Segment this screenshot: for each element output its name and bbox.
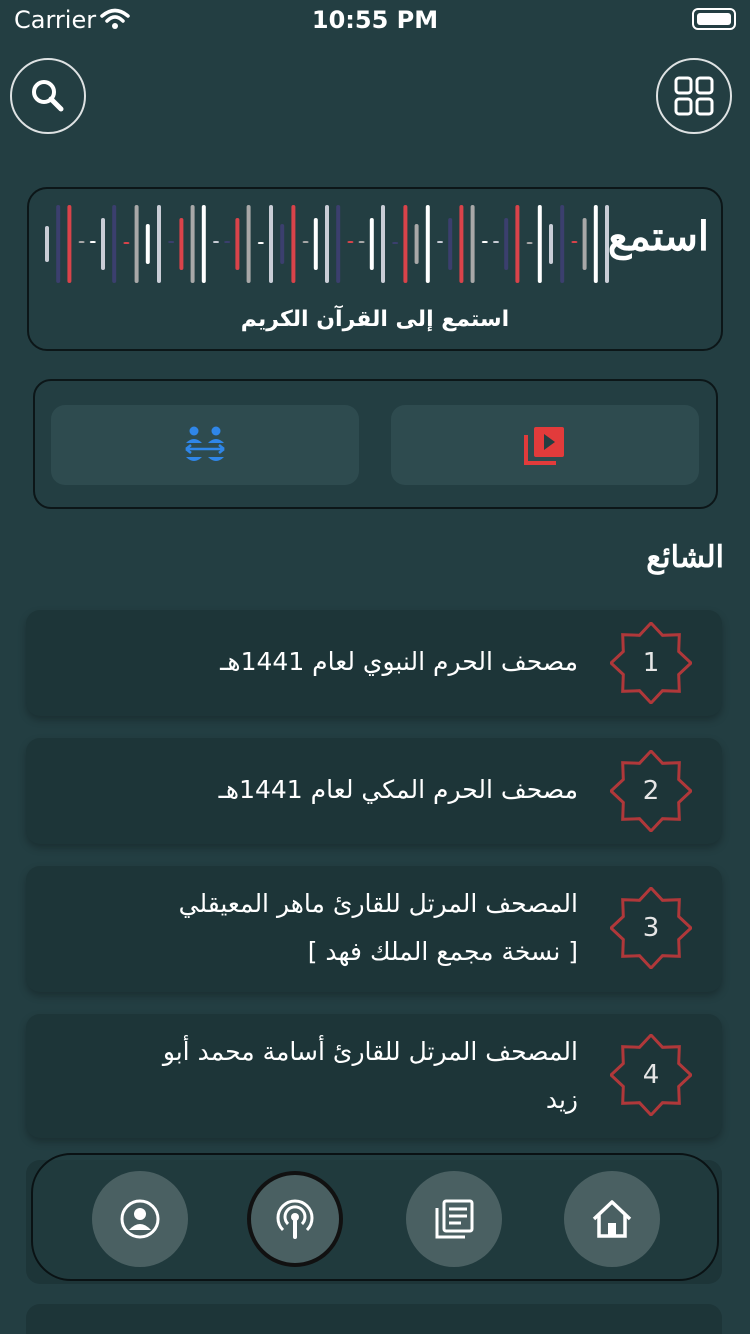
trending-item[interactable]: مصحف الحرم النبوي لعام 1441هـ 1: [26, 610, 722, 716]
waveform-bar: [493, 241, 499, 243]
trending-title: الشائع: [646, 540, 724, 575]
waveform-bar: [213, 241, 219, 243]
waveform-bar: [101, 218, 105, 270]
waveform-bar: [313, 218, 318, 270]
waveform-bar: [582, 218, 587, 270]
waveform-bar: [325, 205, 329, 283]
podcast-icon: [276, 1199, 314, 1239]
waveform-bar: [224, 241, 231, 243]
waveform-bar: [470, 205, 475, 283]
item-title: المصحف المرتل للقارئ ماهر المعيقلي: [178, 889, 578, 918]
waveform-bar: [168, 241, 175, 243]
waveform-bar: [123, 242, 130, 244]
waveform-bar: [414, 224, 419, 264]
home-icon: [592, 1200, 632, 1238]
waveform-bar: [89, 241, 96, 243]
waveform-bar: [403, 205, 408, 283]
status-bar: Carrier 10:55 PM: [0, 0, 750, 40]
waveform-bar: [560, 205, 565, 283]
waveform-bar: [134, 205, 139, 283]
waveform-bar: [67, 205, 72, 283]
rank-badge: 4: [608, 1032, 694, 1118]
waveform-bar: [369, 218, 374, 270]
waveform-bar: [593, 205, 598, 283]
waveform-bar: [459, 205, 464, 283]
waveform-bar: [78, 241, 85, 243]
profile-icon: [120, 1199, 160, 1239]
audio-waveform-icon: [45, 205, 609, 283]
waveform-bar: [179, 218, 184, 270]
video-library-button[interactable]: [391, 405, 699, 485]
waveform-bar: [448, 218, 453, 270]
clock: 10:55 PM: [311, 6, 439, 34]
waveform-bar: [437, 241, 443, 243]
waveform-bar: [571, 241, 578, 243]
people-icon: [185, 426, 225, 461]
waveform-bar: [291, 205, 296, 283]
grid-icon: [674, 76, 714, 116]
waveform-bar: [526, 242, 533, 244]
waveform-bar: [157, 205, 161, 283]
waveform-bar: [269, 205, 273, 283]
waveform-bar: [257, 242, 264, 244]
item-subtitle: [ نسخة مجمع الملك فهد ]: [307, 937, 578, 966]
trending-item-obscured: [26, 1304, 722, 1334]
waveform-bar: [235, 218, 240, 270]
search-icon: [32, 80, 64, 112]
waveform-bar: [504, 218, 509, 270]
item-title: مصحف الحرم المكي لعام 1441هـ: [218, 775, 578, 804]
waveform-bar: [56, 205, 61, 283]
nav-library[interactable]: [406, 1171, 502, 1267]
waveform-bar: [515, 205, 520, 283]
people-button[interactable]: [51, 405, 359, 485]
waveform-bar: [549, 224, 553, 264]
listen-subtitle: استمع إلى القرآن الكريم: [240, 307, 510, 332]
waveform-bar: [190, 205, 195, 283]
item-subtitle: زيد: [545, 1085, 578, 1114]
rank-badge: 1: [608, 620, 694, 706]
waveform-bar: [358, 241, 365, 243]
book-icon: [435, 1199, 474, 1239]
listen-title: استمع: [607, 213, 709, 260]
quick-actions-card: [33, 379, 718, 509]
battery-icon: [692, 8, 736, 30]
trending-item[interactable]: المصحف المرتل للقارئ ماهر المعيقلي [ نسخ…: [26, 866, 722, 992]
waveform-bar: [201, 205, 206, 283]
trending-item[interactable]: المصحف المرتل للقارئ أسامة محمد أبو زيد …: [26, 1014, 722, 1138]
nav-home[interactable]: [564, 1171, 660, 1267]
waveform-bar: [280, 224, 285, 264]
rank-badge: 3: [608, 885, 694, 971]
item-title: مصحف الحرم النبوي لعام 1441هـ: [220, 647, 578, 676]
waveform-bar: [302, 241, 309, 243]
waveform-bar: [112, 205, 117, 283]
nav-podcast[interactable]: [247, 1171, 343, 1267]
menu-grid-button[interactable]: [656, 58, 732, 134]
waveform-bar: [425, 205, 430, 283]
waveform-bar: [145, 224, 150, 264]
item-title: المصحف المرتل للقارئ أسامة محمد أبو: [162, 1037, 578, 1066]
waveform-bar: [381, 205, 385, 283]
rank-number: 4: [642, 1060, 660, 1090]
waveform-bar: [347, 241, 354, 243]
waveform-bar: [336, 205, 341, 283]
search-button[interactable]: [10, 58, 86, 134]
rank-number: 3: [642, 913, 660, 943]
bottom-navigation: [31, 1153, 719, 1281]
rank-number: 2: [642, 776, 660, 806]
trending-item[interactable]: مصحف الحرم المكي لعام 1441هـ 2: [26, 738, 722, 844]
rank-number: 1: [642, 648, 660, 678]
waveform-bar: [246, 205, 251, 283]
nav-profile[interactable]: [92, 1171, 188, 1267]
waveform-bar: [45, 226, 49, 262]
waveform-bar: [392, 242, 399, 244]
rank-badge: 2: [608, 748, 694, 834]
listen-quran-card[interactable]: استمع استمع إلى القرآن الكريم: [27, 187, 723, 351]
video-library-icon: [524, 427, 564, 465]
waveform-bar: [481, 241, 488, 243]
waveform-bar: [537, 205, 542, 283]
